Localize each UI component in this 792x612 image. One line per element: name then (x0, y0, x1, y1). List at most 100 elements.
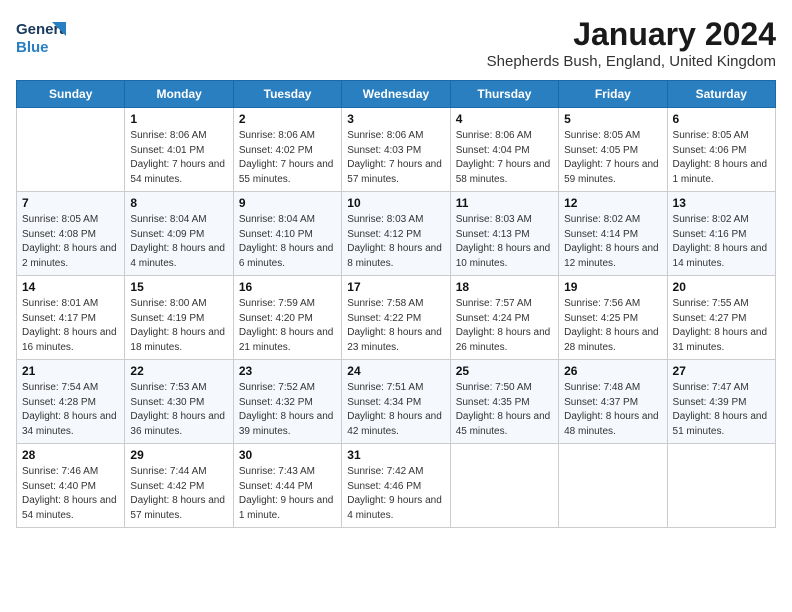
table-row: 10 Sunrise: 8:03 AMSunset: 4:12 PMDaylig… (342, 192, 450, 276)
day-detail: Sunrise: 8:03 AMSunset: 4:13 PMDaylight:… (456, 213, 553, 271)
table-row: 27 Sunrise: 7:47 AMSunset: 4:39 PMDaylig… (667, 360, 775, 444)
day-number: 12 (564, 196, 661, 210)
day-detail: Sunrise: 7:46 AMSunset: 4:40 PMDaylight:… (22, 465, 119, 523)
table-row: 31 Sunrise: 7:42 AMSunset: 4:46 PMDaylig… (342, 444, 450, 528)
table-row: 17 Sunrise: 7:58 AMSunset: 4:22 PMDaylig… (342, 276, 450, 360)
page-subtitle: Shepherds Bush, England, United Kingdom (487, 53, 776, 70)
day-detail: Sunrise: 8:01 AMSunset: 4:17 PMDaylight:… (22, 297, 119, 355)
day-detail: Sunrise: 7:56 AMSunset: 4:25 PMDaylight:… (564, 297, 661, 355)
day-number: 20 (673, 280, 770, 294)
day-number: 18 (456, 280, 553, 294)
calendar-week-row: 7 Sunrise: 8:05 AMSunset: 4:08 PMDayligh… (17, 192, 776, 276)
table-row (17, 108, 125, 192)
day-detail: Sunrise: 7:53 AMSunset: 4:30 PMDaylight:… (130, 381, 227, 439)
day-detail: Sunrise: 8:06 AMSunset: 4:04 PMDaylight:… (456, 129, 553, 187)
day-number: 28 (22, 448, 119, 462)
day-number: 19 (564, 280, 661, 294)
calendar-table: Sunday Monday Tuesday Wednesday Thursday… (16, 80, 776, 528)
day-detail: Sunrise: 7:59 AMSunset: 4:20 PMDaylight:… (239, 297, 336, 355)
table-row (667, 444, 775, 528)
table-row: 16 Sunrise: 7:59 AMSunset: 4:20 PMDaylig… (233, 276, 341, 360)
table-row: 24 Sunrise: 7:51 AMSunset: 4:34 PMDaylig… (342, 360, 450, 444)
day-number: 23 (239, 364, 336, 378)
day-number: 10 (347, 196, 444, 210)
day-number: 5 (564, 112, 661, 126)
calendar-header-row: Sunday Monday Tuesday Wednesday Thursday… (17, 81, 776, 108)
day-detail: Sunrise: 7:43 AMSunset: 4:44 PMDaylight:… (239, 465, 336, 523)
day-detail: Sunrise: 7:54 AMSunset: 4:28 PMDaylight:… (22, 381, 119, 439)
table-row: 9 Sunrise: 8:04 AMSunset: 4:10 PMDayligh… (233, 192, 341, 276)
table-row: 21 Sunrise: 7:54 AMSunset: 4:28 PMDaylig… (17, 360, 125, 444)
page-header: General Blue January 2024 Shepherds Bush… (16, 16, 776, 70)
day-number: 21 (22, 364, 119, 378)
day-number: 4 (456, 112, 553, 126)
table-row: 18 Sunrise: 7:57 AMSunset: 4:24 PMDaylig… (450, 276, 558, 360)
table-row: 2 Sunrise: 8:06 AMSunset: 4:02 PMDayligh… (233, 108, 341, 192)
day-detail: Sunrise: 8:06 AMSunset: 4:03 PMDaylight:… (347, 129, 444, 187)
logo-icon: General Blue (16, 16, 52, 52)
day-detail: Sunrise: 8:06 AMSunset: 4:01 PMDaylight:… (130, 129, 227, 187)
table-row: 26 Sunrise: 7:48 AMSunset: 4:37 PMDaylig… (559, 360, 667, 444)
col-thursday: Thursday (450, 81, 558, 108)
day-detail: Sunrise: 8:02 AMSunset: 4:16 PMDaylight:… (673, 213, 770, 271)
table-row: 14 Sunrise: 8:01 AMSunset: 4:17 PMDaylig… (17, 276, 125, 360)
table-row: 23 Sunrise: 7:52 AMSunset: 4:32 PMDaylig… (233, 360, 341, 444)
calendar-week-row: 28 Sunrise: 7:46 AMSunset: 4:40 PMDaylig… (17, 444, 776, 528)
table-row: 22 Sunrise: 7:53 AMSunset: 4:30 PMDaylig… (125, 360, 233, 444)
day-number: 15 (130, 280, 227, 294)
table-row: 7 Sunrise: 8:05 AMSunset: 4:08 PMDayligh… (17, 192, 125, 276)
title-block: January 2024 Shepherds Bush, England, Un… (487, 16, 776, 70)
day-detail: Sunrise: 7:44 AMSunset: 4:42 PMDaylight:… (130, 465, 227, 523)
day-number: 3 (347, 112, 444, 126)
table-row: 28 Sunrise: 7:46 AMSunset: 4:40 PMDaylig… (17, 444, 125, 528)
table-row: 3 Sunrise: 8:06 AMSunset: 4:03 PMDayligh… (342, 108, 450, 192)
table-row: 30 Sunrise: 7:43 AMSunset: 4:44 PMDaylig… (233, 444, 341, 528)
day-detail: Sunrise: 8:05 AMSunset: 4:08 PMDaylight:… (22, 213, 119, 271)
day-detail: Sunrise: 7:55 AMSunset: 4:27 PMDaylight:… (673, 297, 770, 355)
svg-text:Blue: Blue (16, 39, 49, 56)
day-number: 7 (22, 196, 119, 210)
table-row: 20 Sunrise: 7:55 AMSunset: 4:27 PMDaylig… (667, 276, 775, 360)
day-detail: Sunrise: 7:47 AMSunset: 4:39 PMDaylight:… (673, 381, 770, 439)
day-number: 14 (22, 280, 119, 294)
day-detail: Sunrise: 8:03 AMSunset: 4:12 PMDaylight:… (347, 213, 444, 271)
day-detail: Sunrise: 8:00 AMSunset: 4:19 PMDaylight:… (130, 297, 227, 355)
col-monday: Monday (125, 81, 233, 108)
day-number: 11 (456, 196, 553, 210)
table-row: 5 Sunrise: 8:05 AMSunset: 4:05 PMDayligh… (559, 108, 667, 192)
day-number: 24 (347, 364, 444, 378)
table-row: 19 Sunrise: 7:56 AMSunset: 4:25 PMDaylig… (559, 276, 667, 360)
day-number: 26 (564, 364, 661, 378)
calendar-week-row: 21 Sunrise: 7:54 AMSunset: 4:28 PMDaylig… (17, 360, 776, 444)
day-number: 30 (239, 448, 336, 462)
table-row: 29 Sunrise: 7:44 AMSunset: 4:42 PMDaylig… (125, 444, 233, 528)
day-detail: Sunrise: 8:06 AMSunset: 4:02 PMDaylight:… (239, 129, 336, 187)
table-row: 15 Sunrise: 8:00 AMSunset: 4:19 PMDaylig… (125, 276, 233, 360)
table-row: 12 Sunrise: 8:02 AMSunset: 4:14 PMDaylig… (559, 192, 667, 276)
day-number: 9 (239, 196, 336, 210)
day-number: 17 (347, 280, 444, 294)
day-detail: Sunrise: 7:52 AMSunset: 4:32 PMDaylight:… (239, 381, 336, 439)
table-row: 13 Sunrise: 8:02 AMSunset: 4:16 PMDaylig… (667, 192, 775, 276)
col-tuesday: Tuesday (233, 81, 341, 108)
day-detail: Sunrise: 7:58 AMSunset: 4:22 PMDaylight:… (347, 297, 444, 355)
day-number: 6 (673, 112, 770, 126)
day-detail: Sunrise: 8:05 AMSunset: 4:05 PMDaylight:… (564, 129, 661, 187)
day-detail: Sunrise: 7:57 AMSunset: 4:24 PMDaylight:… (456, 297, 553, 355)
table-row: 6 Sunrise: 8:05 AMSunset: 4:06 PMDayligh… (667, 108, 775, 192)
day-number: 29 (130, 448, 227, 462)
col-sunday: Sunday (17, 81, 125, 108)
day-number: 22 (130, 364, 227, 378)
day-detail: Sunrise: 8:04 AMSunset: 4:10 PMDaylight:… (239, 213, 336, 271)
col-saturday: Saturday (667, 81, 775, 108)
logo: General Blue (16, 16, 52, 52)
col-friday: Friday (559, 81, 667, 108)
table-row: 1 Sunrise: 8:06 AMSunset: 4:01 PMDayligh… (125, 108, 233, 192)
day-number: 25 (456, 364, 553, 378)
day-number: 31 (347, 448, 444, 462)
day-number: 27 (673, 364, 770, 378)
day-detail: Sunrise: 7:42 AMSunset: 4:46 PMDaylight:… (347, 465, 444, 523)
calendar-week-row: 1 Sunrise: 8:06 AMSunset: 4:01 PMDayligh… (17, 108, 776, 192)
table-row (559, 444, 667, 528)
table-row: 11 Sunrise: 8:03 AMSunset: 4:13 PMDaylig… (450, 192, 558, 276)
